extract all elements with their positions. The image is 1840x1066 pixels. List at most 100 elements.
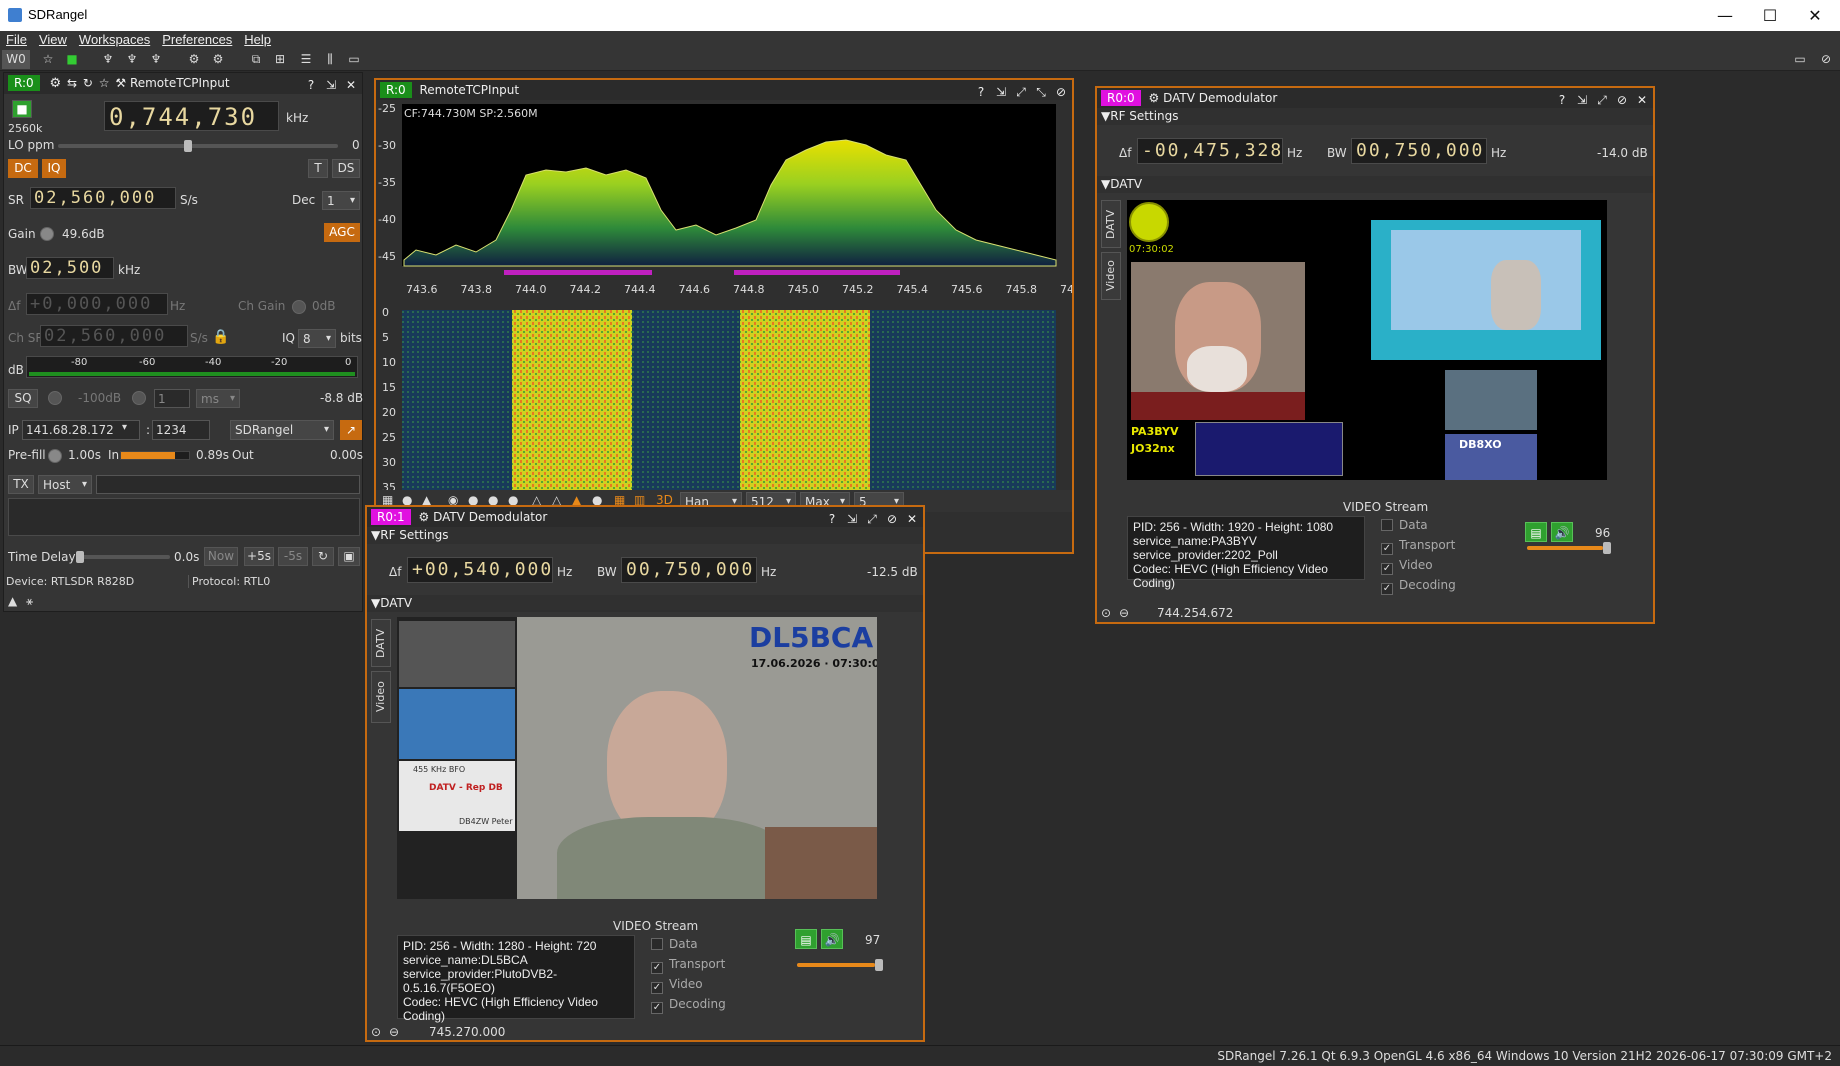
channel-link-icon[interactable]: ⊖	[1119, 606, 1129, 620]
volume-slider[interactable]	[797, 959, 883, 971]
delta-f-input[interactable]: +00,540,000	[407, 557, 553, 583]
expand-icon[interactable]: ▲	[8, 594, 17, 608]
move-icon[interactable]: ⇲	[843, 511, 861, 527]
delta-f-input[interactable]: +0,000,000	[26, 293, 168, 315]
close-icon[interactable]: ✕	[1633, 92, 1651, 108]
menu-view[interactable]: View	[33, 31, 73, 49]
port-input[interactable]: 1234	[152, 420, 210, 440]
tab-datv[interactable]: DATV	[371, 619, 391, 667]
minimize-button[interactable]: —	[1700, 2, 1750, 29]
data-checkbox[interactable]: Data	[1381, 518, 1428, 532]
tx-message-input[interactable]	[96, 475, 360, 494]
tx-button[interactable]: TX	[8, 475, 34, 494]
data-checkbox[interactable]: Data	[651, 937, 698, 951]
hide-icon[interactable]: ⊘	[1816, 50, 1836, 69]
sync-icon[interactable]: ↻	[312, 547, 334, 566]
channel-marker-icon[interactable]: ⊙	[1101, 606, 1111, 620]
ch-sr-input[interactable]: 02,560,000	[40, 325, 188, 347]
play-icon[interactable]: ▤	[795, 929, 817, 949]
help-icon[interactable]: ?	[1553, 92, 1571, 108]
workspace-button[interactable]: W0	[2, 50, 30, 69]
close-icon[interactable]: ✕	[903, 511, 921, 527]
bw-input[interactable]: 00,750,000	[621, 557, 757, 583]
dock-icon[interactable]: ▭	[1790, 50, 1810, 69]
menu-preferences[interactable]: Preferences	[156, 31, 238, 49]
agc-button[interactable]: AGC	[324, 223, 360, 242]
reload-icon[interactable]: ↻	[83, 76, 93, 90]
maximize-icon[interactable]: ⤢	[1593, 92, 1611, 108]
iq-bits-select[interactable]: 8	[298, 329, 336, 348]
move-icon[interactable]: ⇲	[992, 84, 1010, 100]
t-button[interactable]: T	[308, 159, 328, 178]
bandwidth-input[interactable]: 02,500	[26, 257, 114, 279]
sample-rate-input[interactable]: 02,560,000	[30, 187, 176, 209]
tab-video[interactable]: Video	[1101, 252, 1121, 300]
audio-icon[interactable]: 🔊	[1551, 522, 1573, 542]
help-icon[interactable]: ?	[972, 84, 990, 100]
squelch-unit-select[interactable]: ms	[196, 389, 240, 408]
audio-icon[interactable]: 🔊	[821, 929, 843, 949]
channel-link-icon[interactable]: ⊖	[389, 1025, 399, 1039]
squelch-level-dial[interactable]	[48, 391, 62, 405]
help-icon[interactable]: ?	[302, 77, 320, 93]
protocol-select[interactable]: SDRangel	[230, 420, 334, 440]
move-icon[interactable]: ⇲	[1573, 92, 1591, 108]
maximize-button[interactable]: ☐	[1745, 2, 1795, 29]
datv-section[interactable]: ▼DATV	[1097, 176, 1653, 193]
center-frequency[interactable]: 0,744,730	[104, 101, 279, 131]
fullscreen-icon[interactable]: ⤡	[1032, 84, 1050, 100]
settings-icon[interactable]: ⚙	[49, 76, 61, 91]
video-display[interactable]: 455 KHz BFO DATV - Rep DB DB4ZW Peter DL…	[397, 617, 877, 899]
channel-marker-icon[interactable]: ⊙	[371, 1025, 381, 1039]
network-icon[interactable]: ⚹	[26, 594, 33, 609]
video-checkbox[interactable]: ✓ Video	[651, 977, 703, 994]
hide-icon[interactable]: ⊘	[1052, 84, 1070, 100]
maximize-icon[interactable]: ⤢	[863, 511, 881, 527]
transport-checkbox[interactable]: ✓ Transport	[1381, 538, 1455, 555]
minus5-button[interactable]: -5s	[278, 547, 308, 566]
hide-icon[interactable]: ⊘	[1613, 92, 1631, 108]
settings-icon[interactable]: ⚙	[1148, 91, 1159, 105]
squelch-time-input[interactable]: 1	[154, 389, 190, 408]
time-delay-slider[interactable]	[76, 551, 170, 563]
cascade-icon[interactable]: ⧉	[246, 50, 266, 69]
move-icon[interactable]: ⇲	[322, 77, 340, 93]
add-mimo-device-icon[interactable]: ♆	[146, 50, 166, 69]
add-rx-device-icon[interactable]: ♆	[98, 50, 118, 69]
tab-video[interactable]: Video	[371, 671, 391, 723]
lock-icon[interactable]: 🔒	[212, 329, 229, 345]
lo-ppm-slider[interactable]	[58, 140, 338, 152]
rf-settings-section[interactable]: ▼RF Settings	[367, 527, 923, 544]
stack-icon[interactable]: ☰	[296, 50, 316, 69]
datv-section[interactable]: ▼DATV	[367, 595, 923, 612]
settings-icon[interactable]: ⚙	[418, 510, 429, 524]
save-icon[interactable]: ▣	[338, 547, 360, 566]
feature-presets-icon[interactable]: ⚙	[208, 50, 228, 69]
start-stop-button[interactable]: ■	[12, 100, 32, 118]
menu-file[interactable]: File	[0, 31, 33, 49]
gain-dial[interactable]	[40, 227, 54, 241]
close-icon[interactable]: ✕	[342, 77, 360, 93]
plus5-button[interactable]: +5s	[244, 547, 274, 566]
squelch-button[interactable]: SQ	[8, 389, 38, 408]
video-checkbox[interactable]: ✓ Video	[1381, 558, 1433, 575]
host-select[interactable]: Host	[38, 475, 92, 494]
star-icon[interactable]: ☆	[38, 50, 58, 69]
video-display[interactable]: 07:30:02 PA3BYV JO32nx DB8XO	[1127, 200, 1607, 480]
add-tx-device-icon[interactable]: ♆	[122, 50, 142, 69]
rf-settings-section[interactable]: ▼RF Settings	[1097, 108, 1653, 125]
decoding-checkbox[interactable]: ✓ Decoding	[651, 997, 726, 1014]
dc-button[interactable]: DC	[8, 159, 38, 178]
maximize-icon[interactable]: ⤢	[1012, 84, 1030, 100]
tab-datv[interactable]: DATV	[1101, 200, 1121, 248]
now-button[interactable]: Now	[204, 547, 238, 566]
ds-button[interactable]: DS	[332, 159, 360, 178]
play-icon[interactable]: ▤	[1525, 522, 1547, 542]
transport-checkbox[interactable]: ✓ Transport	[651, 957, 725, 974]
help-icon[interactable]: ?	[823, 511, 841, 527]
tx-messages-area[interactable]	[8, 498, 360, 536]
ch-gain-dial[interactable]	[292, 300, 306, 314]
spectrum-display[interactable]: CF:744.730M SP:2.560M -25 -30 -35 -40 -45 74…	[376, 100, 1072, 550]
add-feature-icon[interactable]: ⚙	[184, 50, 204, 69]
close-window-button[interactable]: ✕	[1790, 2, 1840, 29]
